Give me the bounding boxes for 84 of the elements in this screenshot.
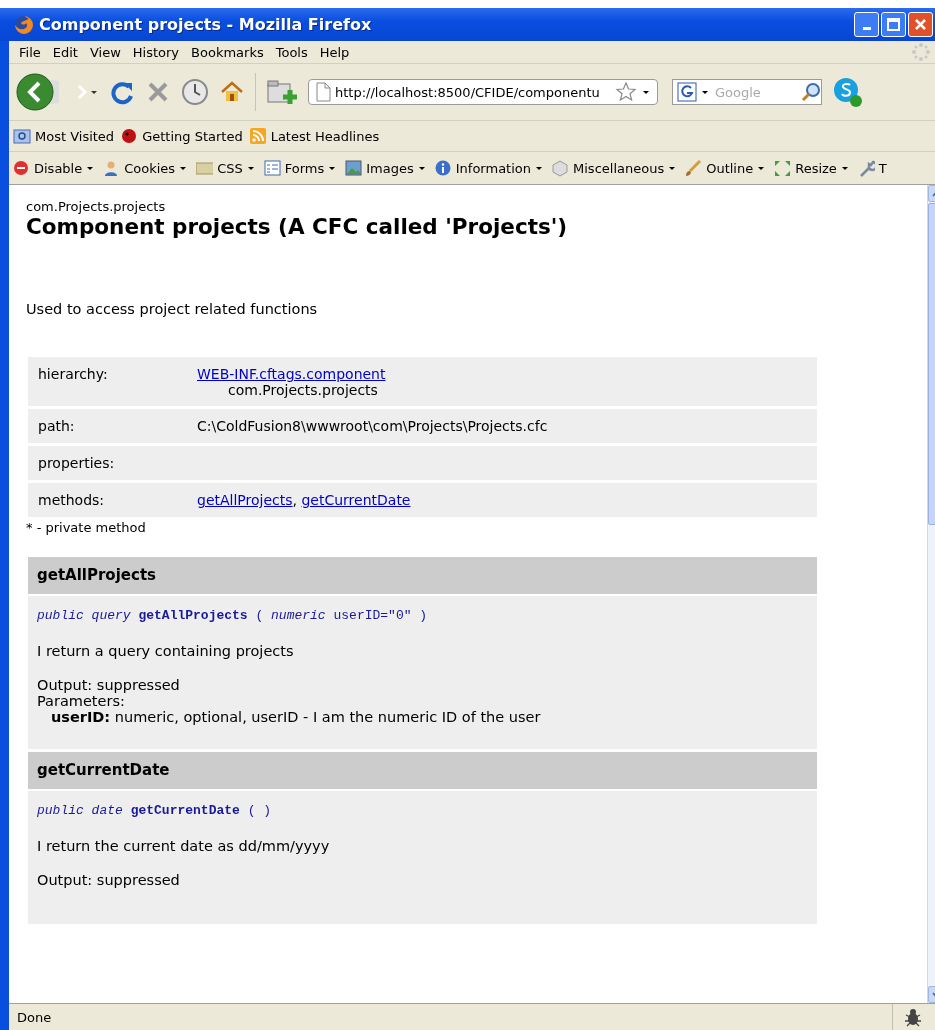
throbber-icon	[911, 42, 931, 62]
method-signature: public date getCurrentDate ( )	[37, 803, 273, 818]
toolbar-menu[interactable]: Miscellaneous	[573, 160, 665, 176]
method-link[interactable]: getAllProjects	[197, 492, 293, 508]
search-icon[interactable]	[801, 82, 821, 102]
output-text: Output: suppressed	[37, 677, 181, 693]
parameters-label: Parameters:	[37, 693, 126, 709]
toolbar-menu[interactable]: Images	[366, 160, 414, 176]
parameter-description: userID: numeric, optional, userID - I am the numeric ID of the user	[50, 709, 542, 725]
google-g-icon[interactable]	[677, 82, 697, 102]
package-name: com.Projects.projects	[26, 199, 167, 214]
toolbar-menu[interactable]: Information	[455, 160, 532, 176]
toolbar-menu[interactable]: Cookies	[124, 160, 176, 176]
dropdown-arrow-icon[interactable]	[328, 164, 337, 172]
property-label: methods:	[28, 483, 187, 517]
maximize-button[interactable]	[881, 12, 906, 37]
menu-item[interactable]: Bookmarks	[185, 44, 270, 60]
close-button[interactable]	[908, 12, 933, 37]
history-clock-icon[interactable]	[181, 78, 209, 106]
minimize-icon	[862, 27, 871, 30]
method-link[interactable]: WEB-INF.cftags.component	[197, 366, 386, 382]
toolbar-menu[interactable]: Resize	[795, 160, 837, 176]
value-text: C:\ColdFusion8\wwwroot\com\Projects\Projects.cfc	[197, 418, 548, 434]
output-text: Output: suppressed	[37, 872, 181, 888]
url-text: http://localhost:8500/CFIDE/componentu	[335, 84, 601, 100]
bookmark-folder-icon	[13, 128, 31, 144]
dropdown-arrow-icon[interactable]	[179, 164, 188, 172]
menu-item[interactable]: History	[126, 44, 186, 60]
back-button-icon[interactable]	[15, 72, 59, 112]
dropdown-arrow-icon[interactable]	[668, 164, 677, 172]
window-title: Component projects - Mozilla Firefox	[39, 15, 372, 34]
dropdown-arrow-icon[interactable]	[757, 164, 766, 172]
dropdown-arrow-icon[interactable]	[535, 164, 544, 172]
page-heading: Component projects (A CFC called 'Projects')	[26, 214, 569, 239]
resize-arrows-icon[interactable]	[774, 159, 792, 177]
hierarchy-item: com.Projects.projects	[227, 382, 379, 398]
minimize-button[interactable]	[854, 12, 879, 37]
method-description: I return a query containing projects	[37, 643, 295, 659]
bookmark-link[interactable]: Latest Headlines	[270, 128, 380, 144]
method-header: getCurrentDate	[28, 752, 817, 789]
bookmark-link[interactable]: Getting Started	[142, 128, 243, 144]
toolbar-menu[interactable]: Outline	[706, 160, 754, 176]
property-label: hierarchy:	[28, 357, 187, 406]
dropdown-arrow-icon[interactable]	[840, 164, 849, 172]
picture-icon[interactable]	[345, 159, 363, 177]
footnote: * - private method	[26, 520, 147, 535]
bookmark-star-icon[interactable]	[615, 81, 637, 103]
menu-item[interactable]: File	[13, 44, 47, 60]
property-label: path:	[28, 409, 187, 443]
bookmark-link[interactable]: Most Visited	[35, 128, 115, 144]
component-description: Used to access project related functions	[26, 301, 319, 317]
toolbar-menu[interactable]: Disable	[34, 160, 83, 176]
value-text: ,	[292, 492, 298, 508]
method-signature: public query getAllProjects ( numeric userID="0" )	[37, 608, 429, 623]
toolbar-menu[interactable]: T	[878, 160, 887, 176]
status-text: Done	[17, 1009, 52, 1025]
toolbar-menu[interactable]: CSS	[217, 160, 243, 176]
search-bar[interactable]: Google	[672, 79, 822, 105]
menu-item[interactable]: View	[83, 44, 127, 60]
method-description: I return the current date as dd/mm/yyyy	[37, 838, 331, 854]
method-header: getAllProjects	[28, 557, 817, 594]
information-icon[interactable]	[434, 159, 452, 177]
disable-icon[interactable]	[13, 159, 30, 177]
menu-item[interactable]: Help	[313, 44, 356, 60]
maximize-icon	[887, 18, 900, 31]
new-tab-icon[interactable]	[266, 78, 298, 106]
menu-item[interactable]: Tools	[269, 44, 314, 60]
dropdown-arrow-icon[interactable]	[417, 164, 426, 172]
rss-feed-icon	[248, 127, 267, 145]
toolbar-menu[interactable]: Forms	[284, 160, 325, 176]
property-label: properties:	[28, 446, 187, 480]
dropdown-arrow-icon[interactable]	[86, 164, 95, 172]
menu-item[interactable]: Edit	[46, 44, 84, 60]
dropdown-arrow-icon[interactable]	[246, 164, 255, 172]
method-link[interactable]: getCurrentDate	[301, 492, 411, 508]
bug-icon[interactable]	[903, 1007, 923, 1027]
reload-icon[interactable]	[109, 79, 135, 105]
form-icon[interactable]	[263, 159, 281, 177]
close-icon	[914, 18, 927, 31]
page-icon	[315, 82, 331, 102]
firefox-logo-icon	[14, 14, 34, 35]
brush-icon[interactable]	[685, 159, 703, 177]
address-bar[interactable]: http://localhost:8500/CFIDE/componentu	[308, 79, 658, 105]
skype-icon[interactable]	[832, 76, 862, 108]
